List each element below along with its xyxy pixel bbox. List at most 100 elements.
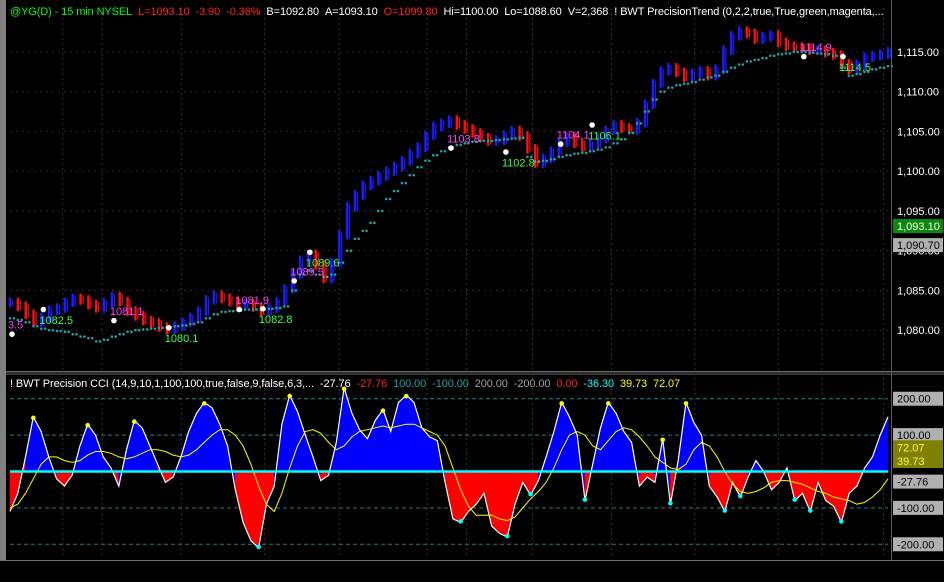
swing-point-label: 1089.6 [306, 258, 340, 270]
trend-dot [643, 110, 647, 113]
price-axis-label: 1,110.00 [897, 87, 939, 99]
cci-peak-marker [660, 437, 665, 443]
trend-dot [675, 83, 678, 87]
price-plot[interactable]: 3.5 1082.51081.11080.11081.91082.81089.51… [8, 26, 894, 345]
price-axis-label: 1,095.00 [897, 206, 940, 218]
chart-canvas[interactable]: 3.5 1082.51081.11080.11081.91082.81089.51… [0, 0, 944, 582]
trend-dot [573, 152, 576, 155]
swing-point-label: 1102.8 [502, 157, 535, 169]
trend-dot [47, 328, 51, 332]
cci-peak-marker [380, 408, 386, 413]
trend-dot [784, 52, 788, 55]
cci-value: -200.00 [513, 378, 551, 390]
trend-dot [710, 75, 713, 79]
trend-dot [541, 159, 545, 163]
trend-dot [110, 335, 114, 338]
pane-divider[interactable] [6, 371, 944, 375]
trend-dot [874, 68, 878, 71]
cci-trough-marker [504, 533, 510, 539]
cci-histogram-segment [336, 387, 345, 472]
trend-dot [90, 336, 94, 340]
trend-dot [28, 320, 31, 324]
cci-histogram-segment [708, 471, 718, 498]
cci-histogram-segment [607, 401, 617, 472]
trend-dot [655, 98, 658, 101]
swing-point-label: 1114.5 [839, 62, 871, 74]
trend-dot [557, 155, 561, 159]
cci-trough-marker [582, 497, 588, 502]
trend-dot [102, 338, 106, 342]
trend-dot [43, 327, 47, 330]
trend-dot [83, 335, 86, 338]
cci-histogram-segment [203, 401, 213, 472]
trend-dot [851, 74, 854, 77]
trend-dot [702, 78, 705, 81]
trend-dot [831, 54, 835, 58]
cci-axis-label: -200.00 [897, 539, 934, 551]
cci-trough-marker [839, 519, 844, 524]
trend-dot [326, 275, 329, 279]
cci-trough-marker [528, 491, 533, 497]
trend-dot [667, 86, 670, 89]
cci-histogram-segment [429, 436, 438, 472]
swing-point-label: 1103.8 [447, 134, 480, 146]
trend-dot [514, 137, 517, 140]
cci-histogram-segment [405, 394, 415, 472]
cci-value-label: 72.07 [897, 442, 925, 454]
trend-dot [341, 261, 345, 264]
cci-peak-marker [559, 401, 564, 406]
trend-dot [518, 136, 521, 140]
trend-dot [588, 149, 592, 153]
trend-dot [220, 310, 223, 314]
swing-point-label: 1114.9 [800, 42, 832, 54]
cci-trough-marker [256, 544, 261, 550]
trend-dot [663, 90, 666, 93]
trend-dot [576, 152, 580, 155]
trend-dot [275, 306, 278, 310]
cci-header: ! BWT Precision CCI (14,9,10,1,100,100,t… [10, 378, 686, 390]
study-label-cci[interactable]: ! BWT Precision CCI (14,9,10,1,100,100,t… [10, 378, 314, 390]
trend-dot [424, 159, 427, 163]
swing-point-marker [40, 306, 47, 313]
swing-point-marker [260, 305, 266, 312]
trend-dot [741, 63, 745, 66]
cci-axis-label: -100.00 [897, 503, 934, 515]
trend-dot [330, 273, 333, 276]
trend-dot [243, 308, 247, 311]
price-marker-label: 1,090.70 [897, 240, 940, 252]
trend-dot [404, 181, 408, 185]
cci-value: -100.00 [432, 378, 469, 390]
swing-point-marker [557, 141, 564, 147]
cci-plot[interactable] [9, 386, 889, 550]
trend-dot [333, 273, 337, 276]
cci-value: 100.00 [393, 378, 427, 390]
trend-dot [192, 322, 196, 326]
cci-trough-marker [722, 508, 728, 513]
trend-dot [290, 289, 294, 292]
trend-dot [435, 153, 439, 157]
trend-dot [200, 320, 204, 324]
trend-dot [561, 155, 564, 159]
cci-peak-marker [683, 401, 689, 406]
trend-dot [580, 151, 584, 155]
cci-histogram-segment [141, 427, 151, 472]
trend-dot [247, 308, 251, 311]
swing-point-label: 1082.8 [259, 314, 293, 326]
trend-dot [63, 330, 67, 334]
trend-dot [537, 160, 541, 163]
trend-dot [835, 54, 839, 58]
cci-peak-marker [201, 401, 207, 406]
swing-point-marker [111, 317, 117, 324]
trend-dot [392, 189, 396, 193]
price-axis-divider [891, 0, 892, 560]
study-label-trend[interactable]: ! BWT PrecisionTrend (0,2,2,true,True,gr… [614, 6, 883, 18]
trend-dot [177, 324, 180, 328]
cci-histogram-segment [553, 402, 562, 472]
trend-dot [380, 209, 384, 213]
trend-dot [639, 122, 643, 125]
trend-dot [882, 66, 886, 70]
trend-dot [612, 141, 615, 145]
trend-dot [94, 340, 98, 343]
trend-dot [792, 50, 796, 54]
trend-dot [635, 122, 639, 125]
